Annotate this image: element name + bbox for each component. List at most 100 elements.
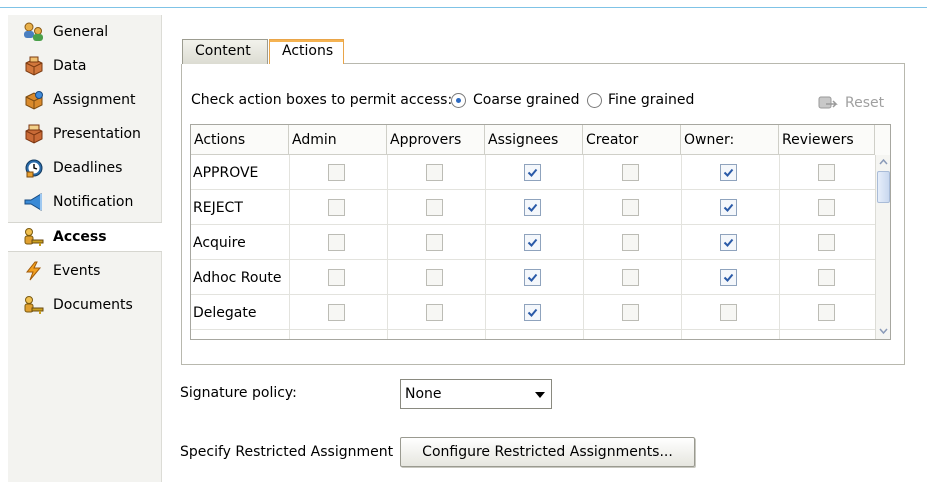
dropdown-arrow-icon — [535, 392, 545, 398]
checkbox-reviewers[interactable] — [818, 234, 835, 251]
configure-restricted-assignments-button[interactable]: Configure Restricted Assignments... — [400, 437, 695, 467]
sidebar-item-events[interactable]: Events — [8, 256, 162, 286]
lightning-icon — [23, 261, 45, 281]
checkbox-assignees[interactable] — [524, 269, 541, 286]
sidebar-item-label: Assignment — [53, 92, 136, 108]
checkbox-admin[interactable] — [328, 164, 345, 181]
data-cubes-icon — [23, 56, 45, 76]
megaphone-icon — [23, 192, 45, 212]
table-row: REJECT — [191, 190, 875, 225]
signature-policy-label: Signature policy: — [180, 385, 297, 401]
table-row: Acquire — [191, 225, 875, 260]
action-name-cell: Delegate — [193, 304, 257, 321]
sidebar-item-presentation[interactable]: Presentation — [8, 119, 162, 149]
sidebar-item-label: Events — [53, 263, 101, 279]
checkbox-creator[interactable] — [622, 164, 639, 181]
checkmark-icon — [527, 168, 538, 177]
vertical-scrollbar[interactable] — [875, 155, 890, 339]
sidebar-item-deadlines[interactable]: Deadlines — [8, 153, 162, 183]
checkbox-approvers[interactable] — [426, 234, 443, 251]
checkbox-owner[interactable] — [720, 164, 737, 181]
table-header: Actions Admin Approvers Assignees Creato… — [191, 125, 875, 155]
checkmark-icon — [527, 238, 538, 247]
key-user-icon — [23, 295, 45, 315]
column-header-reviewers[interactable]: Reviewers — [779, 125, 875, 155]
tab-content[interactable]: Content — [182, 39, 268, 64]
checkbox-reviewers[interactable] — [818, 304, 835, 321]
fine-grained-label: Fine grained — [608, 92, 695, 108]
checkbox-admin[interactable] — [328, 199, 345, 216]
actions-table: Actions Admin Approvers Assignees Creato… — [190, 124, 891, 340]
checkbox-owner[interactable] — [720, 199, 737, 216]
checkmark-icon — [527, 203, 538, 212]
users-gear-icon — [23, 22, 45, 42]
sidebar-item-label: Notification — [53, 194, 134, 210]
column-header-owner[interactable]: Owner: — [681, 125, 779, 155]
sidebar-item-label: Data — [53, 58, 87, 74]
checkbox-creator[interactable] — [622, 234, 639, 251]
column-header-assignees[interactable]: Assignees — [485, 125, 583, 155]
column-header-admin[interactable]: Admin — [289, 125, 387, 155]
column-header-approvers[interactable]: Approvers — [387, 125, 485, 155]
table-row: Adhoc Route — [191, 260, 875, 295]
sidebar-item-label: General — [53, 24, 109, 40]
coarse-grained-radio[interactable] — [451, 93, 466, 108]
checkbox-owner[interactable] — [720, 269, 737, 286]
checkbox-assignees[interactable] — [524, 164, 541, 181]
checkmark-icon — [527, 273, 538, 282]
checkbox-assignees[interactable] — [524, 199, 541, 216]
key-user-icon — [23, 227, 45, 247]
reset-button[interactable]: Reset — [817, 94, 884, 112]
sidebar-item-documents[interactable]: Documents — [8, 290, 162, 320]
checkbox-creator[interactable] — [622, 199, 639, 216]
checkbox-approvers[interactable] — [426, 199, 443, 216]
action-name-cell: REJECT — [193, 199, 243, 216]
checkmark-icon — [723, 203, 734, 212]
checkbox-assignees[interactable] — [524, 304, 541, 321]
checkmark-icon — [723, 273, 734, 282]
checkbox-approvers[interactable] — [426, 164, 443, 181]
top-divider — [0, 7, 927, 8]
action-name-cell: APPROVE — [193, 164, 259, 181]
column-header-creator[interactable]: Creator — [583, 125, 681, 155]
checkmark-icon — [723, 168, 734, 177]
reset-label: Reset — [845, 95, 885, 111]
checkbox-owner[interactable] — [720, 234, 737, 251]
sidebar-item-notification[interactable]: Notification — [8, 187, 162, 217]
checkbox-approvers[interactable] — [426, 269, 443, 286]
checkbox-reviewers[interactable] — [818, 269, 835, 286]
checkbox-reviewers[interactable] — [818, 199, 835, 216]
checkbox-creator[interactable] — [622, 269, 639, 286]
sidebar-item-access[interactable]: Access — [8, 222, 162, 252]
sidebar-item-label: Documents — [53, 297, 133, 313]
signature-policy-value: None — [405, 386, 442, 402]
sidebar-item-label: Access — [53, 229, 107, 245]
sidebar-item-label: Presentation — [53, 126, 141, 142]
scrollbar-corner — [875, 125, 890, 155]
restricted-assignment-label: Specify Restricted Assignment — [180, 444, 394, 460]
sidebar-item-assignment[interactable]: Assignment — [8, 85, 162, 115]
table-row: Delegate — [191, 295, 875, 330]
signature-policy-select[interactable]: None — [400, 379, 552, 409]
checkbox-reviewers[interactable] — [818, 164, 835, 181]
checkbox-admin[interactable] — [328, 304, 345, 321]
sidebar-item-data[interactable]: Data — [8, 51, 162, 81]
scroll-up-arrow-icon[interactable] — [878, 157, 889, 168]
sidebar-item-general[interactable]: General — [8, 17, 162, 47]
column-header-actions[interactable]: Actions — [191, 125, 289, 155]
fine-grained-radio[interactable] — [587, 93, 602, 108]
reset-icon — [817, 94, 839, 112]
clock-icon — [23, 158, 45, 178]
table-row: APPROVE — [191, 155, 875, 190]
checkbox-assignees[interactable] — [524, 234, 541, 251]
checkbox-admin[interactable] — [328, 234, 345, 251]
scroll-down-arrow-icon[interactable] — [878, 325, 889, 336]
checkbox-creator[interactable] — [622, 304, 639, 321]
tab-actions[interactable]: Actions — [269, 39, 344, 64]
coarse-grained-label: Coarse grained — [473, 92, 580, 108]
checkbox-approvers[interactable] — [426, 304, 443, 321]
scroll-thumb[interactable] — [877, 171, 890, 203]
checkbox-admin[interactable] — [328, 269, 345, 286]
checkbox-owner[interactable] — [720, 304, 737, 321]
access-prompt: Check action boxes to permit access: — [191, 92, 453, 108]
